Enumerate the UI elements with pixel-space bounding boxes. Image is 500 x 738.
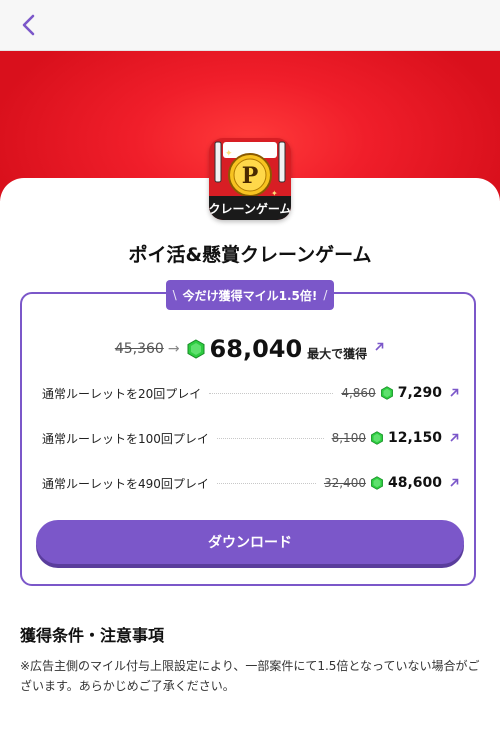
svg-text:P: P bbox=[242, 163, 259, 189]
ribbon-decoration-left: \ bbox=[172, 288, 177, 302]
download-button[interactable]: ダウンロード bbox=[36, 520, 464, 564]
total-reward: 45,360 → 68,040 最大で獲得 bbox=[0, 332, 500, 366]
task-old-value: 8,100 bbox=[331, 431, 366, 445]
external-link-icon bbox=[450, 478, 459, 487]
task-label: 通常ルーレットを20回プレイ bbox=[42, 386, 202, 401]
mile-gem-icon bbox=[380, 386, 393, 400]
task-old-value: 32,400 bbox=[323, 476, 366, 490]
svg-text:クレーンゲーム: クレーンゲーム bbox=[209, 201, 291, 216]
task-label: 通常ルーレットを490回プレイ bbox=[42, 476, 209, 491]
app-title: ポイ活&懸賞クレーンゲーム bbox=[128, 244, 372, 266]
task-label: 通常ルーレットを100回プレイ bbox=[42, 431, 209, 446]
task-old-value: 4,860 bbox=[341, 386, 376, 400]
external-link-icon bbox=[450, 388, 459, 397]
ribbon-text: 今だけ獲得マイル1.5倍! bbox=[182, 288, 318, 303]
task-new-value: 48,600 bbox=[387, 475, 442, 491]
mile-gem-icon bbox=[187, 339, 205, 359]
mile-gem-icon bbox=[371, 476, 383, 490]
top-nav-bar bbox=[0, 0, 500, 51]
arrow-right-icon: → bbox=[167, 341, 180, 357]
external-link-icon bbox=[375, 342, 384, 351]
ribbon-decoration-right: / bbox=[323, 288, 328, 302]
external-link-icon bbox=[450, 433, 459, 442]
dotted-leader bbox=[209, 392, 334, 394]
dotted-leader bbox=[216, 482, 316, 484]
task-row: 通常ルーレットを100回プレイ 8,100 12,150 bbox=[42, 427, 460, 449]
svg-text:✦: ✦ bbox=[225, 149, 233, 159]
total-suffix: 最大で獲得 bbox=[307, 346, 368, 361]
chevron-left-icon[interactable] bbox=[16, 11, 44, 39]
total-old-value: 45,360 bbox=[114, 341, 164, 357]
conditions-title: 獲得条件・注意事項 bbox=[20, 626, 165, 645]
crane-game-app-icon: P ✦ ✦ クレーンゲーム bbox=[209, 138, 291, 220]
task-row: 通常ルーレットを490回プレイ 32,400 48,600 bbox=[42, 472, 460, 494]
task-new-value: 7,290 bbox=[397, 385, 442, 401]
task-new-value: 12,150 bbox=[387, 430, 442, 446]
conditions-note: ※広告主側のマイル付与上限設定により、一部案件にて1.5倍となっていない場合がご… bbox=[20, 659, 480, 693]
total-new-value: 68,040 bbox=[209, 335, 303, 363]
dotted-leader bbox=[216, 437, 324, 439]
task-row: 通常ルーレットを20回プレイ 4,860 7,290 bbox=[42, 382, 460, 404]
bonus-ribbon: \ 今だけ獲得マイル1.5倍! / bbox=[166, 280, 334, 310]
mile-gem-icon bbox=[371, 431, 383, 445]
